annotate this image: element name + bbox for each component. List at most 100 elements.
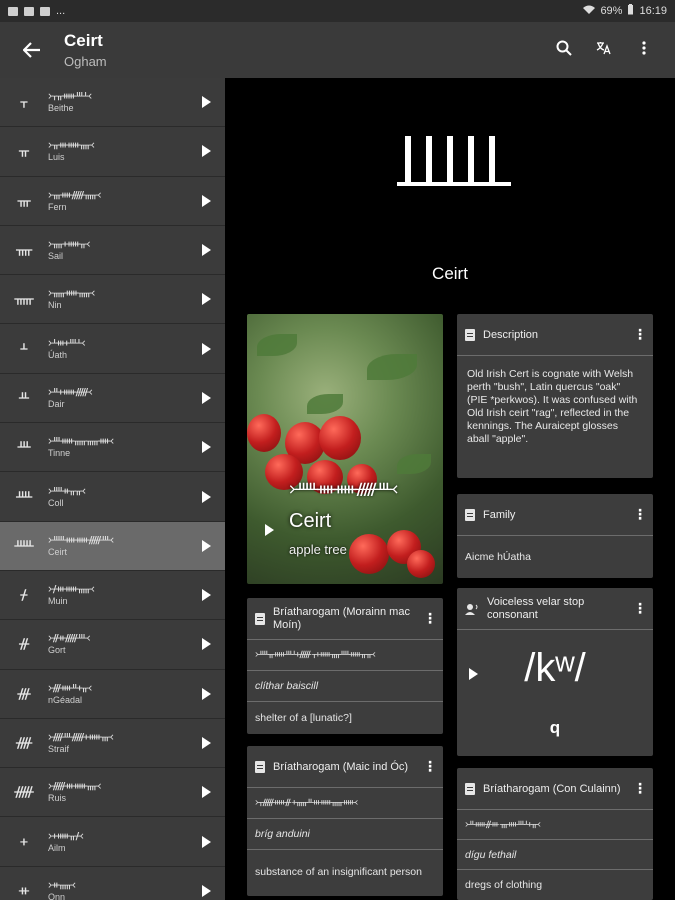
family-title: Family — [483, 508, 516, 521]
letter-list-item[interactable]: ᚍ ᚛ᚍᚓᚇᚐᚂ᚜ nGéadal — [0, 670, 225, 719]
letter-list: ᚁ ᚛ᚁᚂᚔᚈᚆ᚜ Beithe ᚂ ᚛ᚂᚒᚔᚄ᚜ Luis ᚃ ᚛ᚃᚓᚏᚅ᚜ Fern ᚄ ᚛ᚄᚐ… — [0, 78, 225, 900]
battery-percent: 69% — [600, 5, 623, 17]
play-arrow-icon[interactable] — [202, 490, 211, 503]
play-arrow-icon[interactable] — [202, 96, 211, 109]
letter-list-item[interactable]: ᚅ ᚛ᚅᚔᚅ᚜ Nin — [0, 275, 225, 325]
translate-button[interactable] — [593, 41, 615, 60]
play-arrow-icon[interactable] — [202, 884, 211, 897]
card-menu-button[interactable]: ⋮ — [633, 326, 647, 343]
page-title: Ceirt — [64, 31, 103, 50]
letter-ogham-name: ᚛ᚂᚒᚔᚄ᚜ — [48, 140, 95, 152]
play-arrow-icon[interactable] — [202, 194, 211, 207]
letter-name: Ruis — [48, 793, 67, 804]
search-icon — [556, 40, 572, 56]
letter-list-item[interactable]: ᚋ ᚛ᚋᚒᚔᚅ᚜ Muin — [0, 571, 225, 621]
more-vert-icon — [642, 40, 646, 55]
sound-card: Voiceless velar stop consonant ⋮ /kʷ/ q — [457, 588, 653, 756]
letter-name: Dair — [48, 398, 65, 409]
card-menu-button[interactable]: ⋮ — [633, 780, 647, 797]
play-arrow-icon[interactable] — [202, 835, 211, 848]
card-menu-button[interactable]: ⋮ — [633, 601, 647, 615]
letter-ogham-name: ᚛ᚇᚐᚔᚏ᚜ — [48, 386, 93, 398]
letter-ogham-name: ᚛ᚅᚔᚅ᚜ — [48, 288, 95, 300]
letter-name: Tinne — [48, 448, 71, 459]
play-arrow-icon[interactable] — [202, 786, 211, 799]
kenning-irish: clíthar baiscill — [247, 671, 443, 702]
letter-list-item[interactable]: ᚐ ᚛ᚐᚔᚂᚋ᚜ Ailm — [0, 817, 225, 867]
letter-list-item[interactable]: ᚆ ᚛ᚆᚒᚐᚈᚆ᚜ Úath — [0, 324, 225, 374]
notification-icon — [8, 6, 18, 16]
letter-ogham-name: ᚛ᚌᚑᚏᚈ᚜ — [48, 633, 91, 645]
letter-glyph: ᚈ — [17, 439, 31, 456]
play-arrow-icon[interactable] — [202, 539, 211, 552]
kenning-title: Bríatharogam (Con Culainn) — [483, 782, 621, 795]
play-arrow-icon[interactable] — [202, 342, 211, 355]
kenning-card-con-culainn: Bríatharogam (Con Culainn) ⋮ ᚛ᚇᚔᚌᚒ ᚃᚓᚈᚆᚐ… — [457, 768, 653, 900]
letter-glyph: ᚃ — [17, 192, 31, 209]
letter-glyph: ᚋ — [20, 587, 28, 604]
letter-glyph: ᚉ — [15, 488, 33, 505]
apple — [247, 414, 281, 452]
page-subtitle: Ogham — [64, 54, 107, 69]
letter-list-item[interactable]: ᚄ ᚛ᚄᚐᚔᚂ᚜ Sail — [0, 226, 225, 276]
kenning-card-morainn: Bríatharogam (Morainn mac Moín) ⋮ ᚛ᚉᚂᚔᚈᚆ… — [247, 598, 443, 734]
apple — [349, 534, 389, 574]
play-arrow-icon[interactable] — [202, 737, 211, 749]
more-options-button[interactable] — [633, 40, 655, 60]
letter-list-item[interactable]: ᚈ ᚛ᚈᚔᚅᚅᚓ᚜ Tinne — [0, 423, 225, 473]
letter-ogham-name: ᚛ᚊᚓᚔᚏᚈ᚜ — [48, 534, 114, 546]
letter-name: Beithe — [48, 103, 74, 114]
letter-ogham-name: ᚛ᚆᚒᚐᚈᚆ᚜ — [48, 337, 86, 349]
play-arrow-icon[interactable] — [202, 391, 211, 404]
play-arrow-icon[interactable] — [202, 145, 211, 158]
person-voice-icon — [465, 603, 478, 615]
letter-glyph: ᚌ — [18, 636, 30, 653]
letter-list-item[interactable]: ᚁ ᚛ᚁᚂᚔᚈᚆ᚜ Beithe — [0, 78, 225, 128]
letter-list-item[interactable]: ᚌ ᚛ᚌᚑᚏᚈ᚜ Gort — [0, 620, 225, 670]
letter-list-item[interactable]: ᚂ ᚛ᚂᚒᚔᚄ᚜ Luis — [0, 127, 225, 177]
card-menu-button[interactable]: ⋮ — [423, 611, 437, 625]
letter-list-item[interactable]: ᚎ ᚛ᚎᚈᚏᚐᚔᚃ᚜ Straif — [0, 719, 225, 769]
notification-icon — [24, 6, 34, 16]
search-button[interactable] — [553, 40, 575, 61]
play-arrow-icon[interactable] — [202, 293, 211, 306]
play-icon[interactable] — [265, 524, 274, 536]
letter-name: Nin — [48, 300, 62, 311]
letter-list-item[interactable]: ᚃ ᚛ᚃᚓᚏᚅ᚜ Fern — [0, 177, 225, 226]
letter-heading: Ceirt — [432, 264, 468, 283]
notification-icons: ... — [8, 5, 65, 17]
card-menu-button[interactable]: ⋮ — [633, 506, 647, 523]
kenning-english: shelter of a [lunatic?] — [255, 711, 352, 724]
back-button[interactable] — [0, 42, 64, 58]
play-arrow-icon[interactable] — [202, 244, 211, 257]
play-arrow-icon[interactable] — [202, 687, 211, 700]
letter-list-item[interactable]: ᚉ ᚛ᚉᚑᚂᚂ᚜ Coll — [0, 472, 225, 522]
letter-glyph: ᚍ — [17, 685, 31, 702]
more-notifications: ... — [56, 5, 66, 17]
letter-glyph: ᚊ — [14, 537, 34, 554]
letter-name: Sail — [48, 251, 64, 262]
letter-name: Ailm — [48, 842, 66, 853]
kenning-title: Bríatharogam (Morainn mac Moín) — [273, 605, 410, 631]
wifi-icon — [583, 5, 596, 18]
letter-name: nGéadal — [48, 694, 83, 705]
play-arrow-icon[interactable] — [202, 638, 211, 651]
letter-name: Úath — [48, 349, 68, 360]
letter-list-item[interactable]: ᚊ ᚛ᚊᚓᚔᚏᚈ᚜ Ceirt — [0, 521, 225, 571]
arrow-left-icon — [23, 42, 40, 58]
play-arrow-icon[interactable] — [202, 589, 211, 602]
translate-icon — [596, 41, 611, 54]
apple — [407, 550, 435, 578]
play-arrow-icon[interactable] — [202, 441, 211, 454]
document-icon — [255, 612, 265, 625]
letter-ogham-name: ᚛ᚄᚐᚔᚂ᚜ — [48, 239, 90, 251]
letter-list-item[interactable]: ᚑ ᚛ᚑᚅ᚜ Onn — [0, 867, 225, 900]
letter-list-item[interactable]: ᚏ ᚛ᚏᚒᚔᚄ᚜ Ruis — [0, 768, 225, 818]
ipa-transcription: /kʷ/ — [524, 646, 586, 690]
sound-title: Voiceless velar stop consonant — [487, 595, 585, 621]
letter-ogham-name: ᚛ᚑᚅ᚜ — [48, 879, 76, 891]
letter-glyph: ᚎ — [15, 735, 33, 751]
card-menu-button[interactable]: ⋮ — [423, 758, 437, 775]
letter-list-item[interactable]: ᚇ ᚛ᚇᚐᚔᚏ᚜ Dair — [0, 374, 225, 424]
tree-image-card[interactable]: ᚛ᚊᚓᚔᚏᚈ᚜ Ceirt apple tree — [247, 314, 443, 584]
